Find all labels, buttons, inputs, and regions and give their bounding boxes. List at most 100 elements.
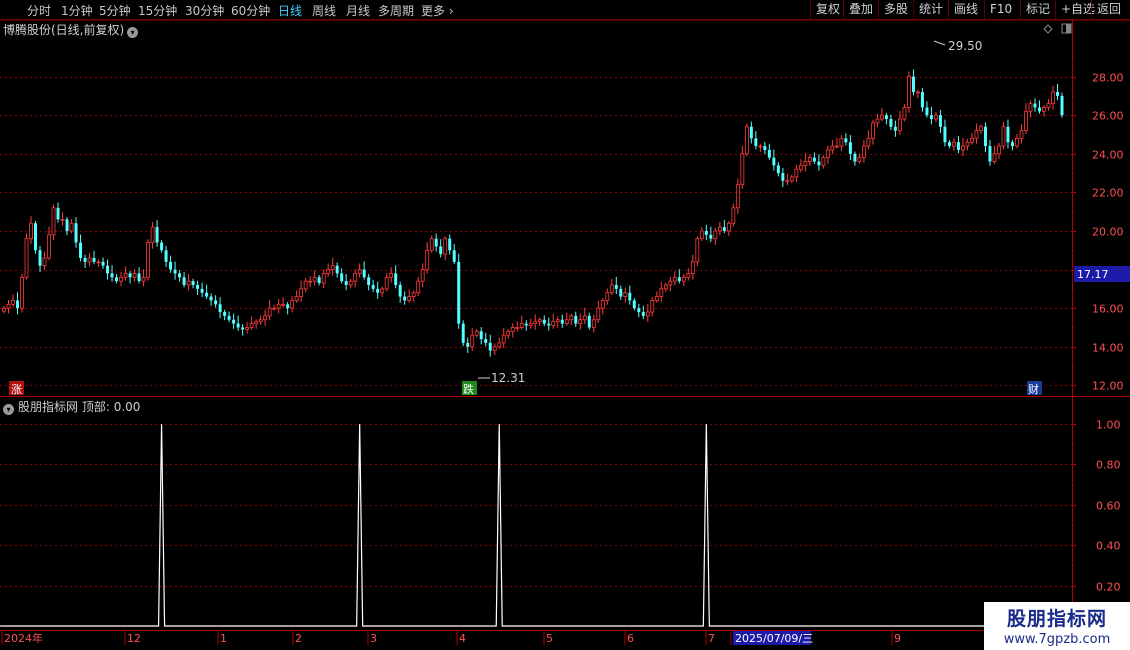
candle-body-up — [51, 207, 56, 236]
candle-body-up — [60, 218, 65, 221]
candle-body-down — [677, 277, 681, 282]
candle-body-down — [227, 315, 231, 320]
candle-body-up — [758, 145, 763, 148]
badge-die-bg — [462, 381, 477, 395]
candle-body-down — [619, 288, 623, 297]
candle-body-up — [272, 307, 277, 310]
candle-body-up — [857, 157, 862, 162]
candle-body-up — [794, 168, 799, 178]
toolbar-button-7[interactable]: +自选 — [1055, 0, 1095, 19]
current-price-tag: 17.17 — [1074, 266, 1130, 282]
candle-body-down — [196, 285, 200, 289]
indicator-title[interactable]: ▾ 股朋指标网 顶部: 0.00 — [3, 398, 140, 415]
candle-body-down — [160, 242, 164, 251]
candle-body-down — [853, 153, 857, 162]
candle-body-up — [690, 261, 695, 274]
candle-body-up — [1024, 110, 1028, 132]
candle-body-up — [492, 346, 497, 352]
candle-body-up — [952, 141, 956, 147]
candle-body-up — [578, 319, 583, 324]
diamond-icon[interactable] — [1043, 24, 1053, 34]
stock-chart[interactable]: 12.00 14.00 16.00 18.00 20.00 22.00 24.00 26.00… — [0, 0, 1130, 650]
tab-period-0[interactable]: 分时 — [27, 2, 51, 19]
badge-zhang-bg — [9, 381, 24, 395]
candle-body-down — [403, 296, 407, 301]
candle-body-up — [470, 334, 475, 348]
candle-body-up — [47, 234, 51, 259]
ind-tick-label: 0.60 — [1096, 500, 1121, 513]
tab-period-8[interactable]: 月线 — [346, 2, 370, 19]
candle-body-up — [254, 321, 259, 324]
candle-body-down — [439, 246, 443, 255]
candle-body-up — [443, 238, 448, 255]
tab-period-5[interactable]: 60分钟 — [231, 2, 270, 19]
candle-body-up — [411, 292, 416, 297]
candle-body-up — [785, 180, 790, 183]
toolbar-button-6[interactable]: 标记 — [1020, 0, 1055, 19]
candle-body-up — [974, 130, 979, 139]
toolbar-button-1[interactable]: 叠加 — [843, 0, 878, 19]
candle-body-up — [348, 280, 353, 286]
candle-body-down — [466, 342, 470, 347]
toolbar-button-4[interactable]: 画线 — [948, 0, 984, 19]
badge-zhang[interactable]: 涨 — [9, 381, 24, 396]
tab-period-4[interactable]: 30分钟 — [185, 2, 224, 19]
toolbar-button-8[interactable]: 返回 — [1091, 0, 1130, 19]
candle-body-down — [1060, 95, 1064, 116]
tab-period-7[interactable]: 周线 — [312, 2, 336, 19]
candle-body-down — [956, 142, 960, 150]
candle-body-up — [186, 280, 191, 286]
candle-body-up — [20, 276, 24, 309]
candle-body-up — [384, 276, 389, 290]
candle-body-up — [871, 122, 875, 139]
candle-body-up — [650, 300, 655, 313]
candle-body-up — [668, 280, 673, 286]
main-tick-label: 18.00 — [1092, 265, 1124, 278]
xaxis-label: 2 — [295, 632, 302, 645]
candle-body-down — [16, 300, 20, 309]
candle-body-down — [947, 142, 951, 147]
chevron-down-icon[interactable]: ▾ — [3, 404, 14, 415]
tab-period-1[interactable]: 1分钟 — [61, 2, 93, 19]
candle-body-up — [380, 288, 385, 294]
indicator-line — [0, 424, 1130, 627]
high-pointer-line — [933, 40, 946, 46]
candle-body-down — [38, 250, 42, 266]
candle-body-down — [817, 161, 821, 166]
candle-body-down — [205, 292, 209, 297]
candle-body-up — [497, 342, 502, 348]
tab-period-2[interactable]: 5分钟 — [99, 2, 131, 19]
tab-period-10[interactable]: 更多 › — [421, 2, 454, 19]
tab-period-3[interactable]: 15分钟 — [138, 2, 177, 19]
candle-body-down — [223, 312, 227, 316]
candle-body-down — [344, 281, 348, 286]
candle-body-up — [1019, 130, 1024, 139]
xaxis-label: 12 — [127, 632, 141, 645]
candle-body-up — [623, 292, 628, 297]
candle-body-down — [214, 300, 218, 305]
candle-body-up — [2, 307, 6, 312]
toolbar-button-5[interactable]: F10 — [984, 0, 1020, 19]
candle-body-up — [880, 114, 884, 120]
toolbar-button-0[interactable]: 复权 — [810, 0, 843, 19]
candle-body-up — [303, 280, 308, 290]
candle-body-up — [965, 141, 970, 147]
toolbar-button-3[interactable]: 统计 — [913, 0, 948, 19]
chevron-down-icon[interactable]: ▾ — [127, 27, 139, 38]
candle-body-up — [934, 114, 938, 120]
main-tick-label: 12.00 — [1092, 380, 1124, 393]
main-tick-label: 22.00 — [1092, 187, 1124, 200]
candle-body-up — [1028, 103, 1033, 112]
badge-cai[interactable]: 财 — [1027, 381, 1042, 396]
candle-body-up — [600, 300, 605, 309]
window-icon[interactable] — [1061, 23, 1072, 34]
xaxis-label: 9 — [894, 632, 901, 645]
candle-body-down — [560, 319, 564, 324]
candle-body-down — [173, 269, 177, 274]
badge-die[interactable]: 跌 — [462, 381, 477, 396]
candle-body-down — [587, 315, 591, 328]
tab-period-6[interactable]: 日线 — [278, 2, 302, 19]
toolbar-button-2[interactable]: 多股 — [878, 0, 913, 19]
stock-title[interactable]: 博腾股份(日线,前复权) ▾ — [3, 21, 139, 38]
tab-period-9[interactable]: 多周期 — [378, 2, 414, 19]
